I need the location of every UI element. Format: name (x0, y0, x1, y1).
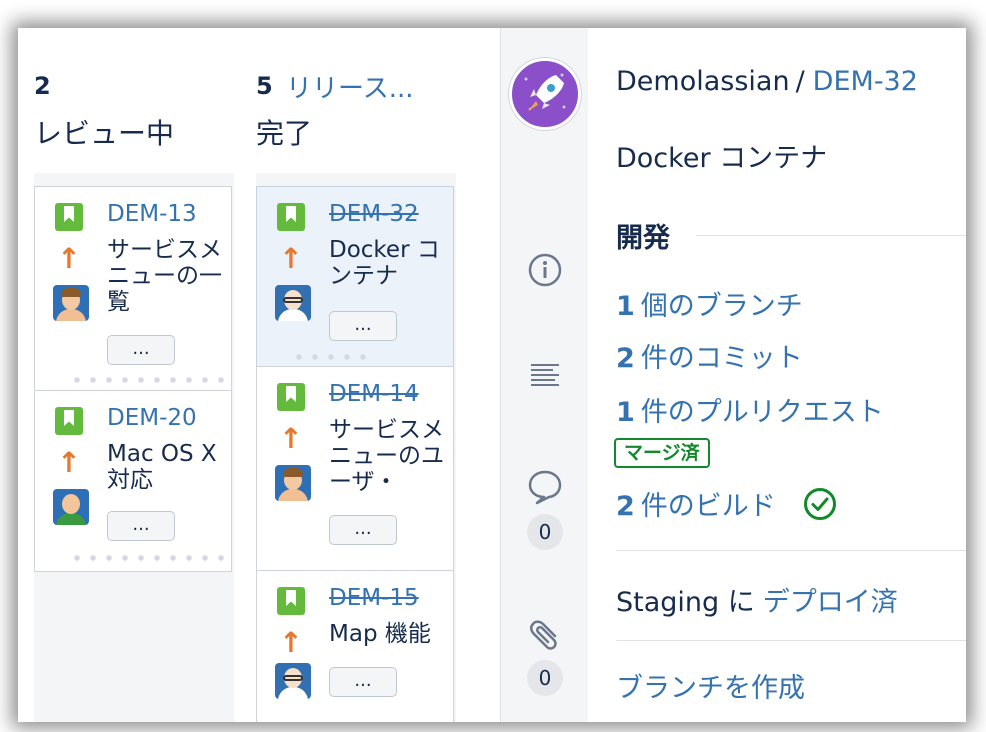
divider (616, 550, 966, 551)
card-grab-handle[interactable] (291, 354, 371, 360)
detail-nav-strip: 0 0 (500, 28, 588, 722)
issue-card-selected[interactable]: ↑ DEM-32 Docker コンテナ ... (256, 186, 454, 368)
check-circle-icon (804, 488, 836, 520)
story-bookmark-icon (277, 383, 305, 411)
column-done: 5 リリース... 完了 ↑ DEM-32 Docker コンテナ ... ↑ (256, 28, 456, 722)
comment-count-badge: 0 (527, 514, 563, 550)
card-more-button[interactable]: ... (329, 311, 397, 341)
issue-detail-panel: Demolassian / DEM-32 Docker コンテナ 開発 1 個のブラン… (588, 28, 966, 722)
rocket-project-avatar[interactable] (509, 58, 581, 130)
priority-high-arrow-icon: ↑ (57, 446, 81, 479)
comment-bubble-icon[interactable] (525, 466, 565, 506)
create-branch-link[interactable]: ブランチを作成 (616, 666, 805, 705)
development-heading: 開発 (616, 223, 670, 254)
avatar[interactable] (275, 285, 311, 321)
priority-high-arrow-icon: ↑ (57, 242, 81, 275)
pull-requests-link[interactable]: 1 件のプルリクエスト (616, 390, 884, 429)
column-issue-count: 2 (34, 72, 51, 100)
story-bookmark-icon (277, 203, 305, 231)
text-lines-icon[interactable] (525, 354, 565, 394)
app-window: 2 レビュー中 ↑ DEM-13 サービスメニューの一覧 ... ↑ DEM-2… (18, 28, 966, 722)
priority-high-arrow-icon: ↑ (279, 626, 303, 659)
column-header: 2 レビュー中 (34, 28, 234, 173)
issue-card[interactable]: ↑ DEM-20 Mac OS X 対応 ... (34, 390, 232, 572)
avatar[interactable] (53, 489, 89, 525)
issue-summary: サービスメニューのユーザ・ (329, 417, 444, 495)
issue-summary: Docker コンテナ (329, 237, 440, 289)
column-status-title: 完了 (256, 117, 313, 150)
divider (616, 640, 966, 641)
card-more-button[interactable]: ... (329, 667, 397, 697)
info-icon[interactable] (525, 250, 565, 290)
priority-high-arrow-icon: ↑ (279, 422, 303, 455)
card-more-button[interactable]: ... (329, 515, 397, 545)
paperclip-icon[interactable] (525, 612, 565, 652)
avatar[interactable] (53, 285, 89, 321)
builds-link[interactable]: 2 件のビルド (616, 484, 776, 523)
card-grab-handle[interactable] (69, 555, 229, 561)
merged-status-lozenge: マージ済 (614, 438, 710, 468)
section-divider (696, 235, 966, 236)
card-more-button[interactable]: ... (107, 335, 175, 365)
column-in-review: 2 レビュー中 ↑ DEM-13 サービスメニューの一覧 ... ↑ DEM-2… (34, 28, 234, 722)
issue-card[interactable]: ↑ DEM-13 サービスメニューの一覧 ... (34, 186, 232, 392)
issue-key-link[interactable]: DEM-14 (329, 381, 419, 407)
avatar[interactable] (275, 663, 311, 699)
deployed-link[interactable]: デプロイ済 (763, 587, 898, 618)
issue-title[interactable]: Docker コンテナ (616, 136, 827, 175)
issue-summary: Map 機能 (329, 621, 431, 647)
story-bookmark-icon (55, 203, 83, 231)
breadcrumb: Demolassian / DEM-32 (616, 66, 918, 97)
issue-key-link[interactable]: DEM-13 (107, 201, 197, 227)
card-grab-handle[interactable] (69, 377, 229, 383)
card-more-button[interactable]: ... (107, 511, 175, 541)
story-bookmark-icon (55, 407, 83, 435)
issue-key-link[interactable]: DEM-15 (329, 585, 419, 611)
priority-high-arrow-icon: ↑ (279, 242, 303, 275)
column-status-title: レビュー中 (34, 117, 175, 150)
issue-card[interactable]: ↑ DEM-14 サービスメニューのユーザ・ ... (256, 366, 454, 572)
issue-key-link[interactable]: DEM-32 (329, 201, 419, 227)
issue-key-link[interactable]: DEM-32 (813, 66, 918, 97)
issue-summary: Mac OS X 対応 (107, 441, 217, 493)
attachment-count-badge: 0 (527, 660, 563, 696)
commits-link[interactable]: 2 件のコミット (616, 336, 803, 375)
issue-summary: サービスメニューの一覧 (107, 237, 222, 315)
project-name[interactable]: Demolassian (616, 66, 790, 97)
branches-link[interactable]: 1 個のブランチ (616, 284, 803, 323)
column-issue-count: 5 (256, 72, 273, 100)
avatar[interactable] (275, 465, 311, 501)
breadcrumb-separator: / (795, 66, 805, 97)
deployment-status: Staging にデプロイ済 (616, 580, 898, 619)
issue-card[interactable]: ↑ DEM-15 Map 機能 ... (256, 570, 454, 722)
story-bookmark-icon (277, 587, 305, 615)
column-header: 5 リリース... 完了 (256, 28, 456, 173)
issue-key-link[interactable]: DEM-20 (107, 405, 197, 431)
kanban-board: 2 レビュー中 ↑ DEM-13 サービスメニューの一覧 ... ↑ DEM-2… (18, 28, 500, 722)
deploy-environment: Staging に (616, 587, 755, 618)
release-link[interactable]: リリース... (286, 68, 414, 105)
